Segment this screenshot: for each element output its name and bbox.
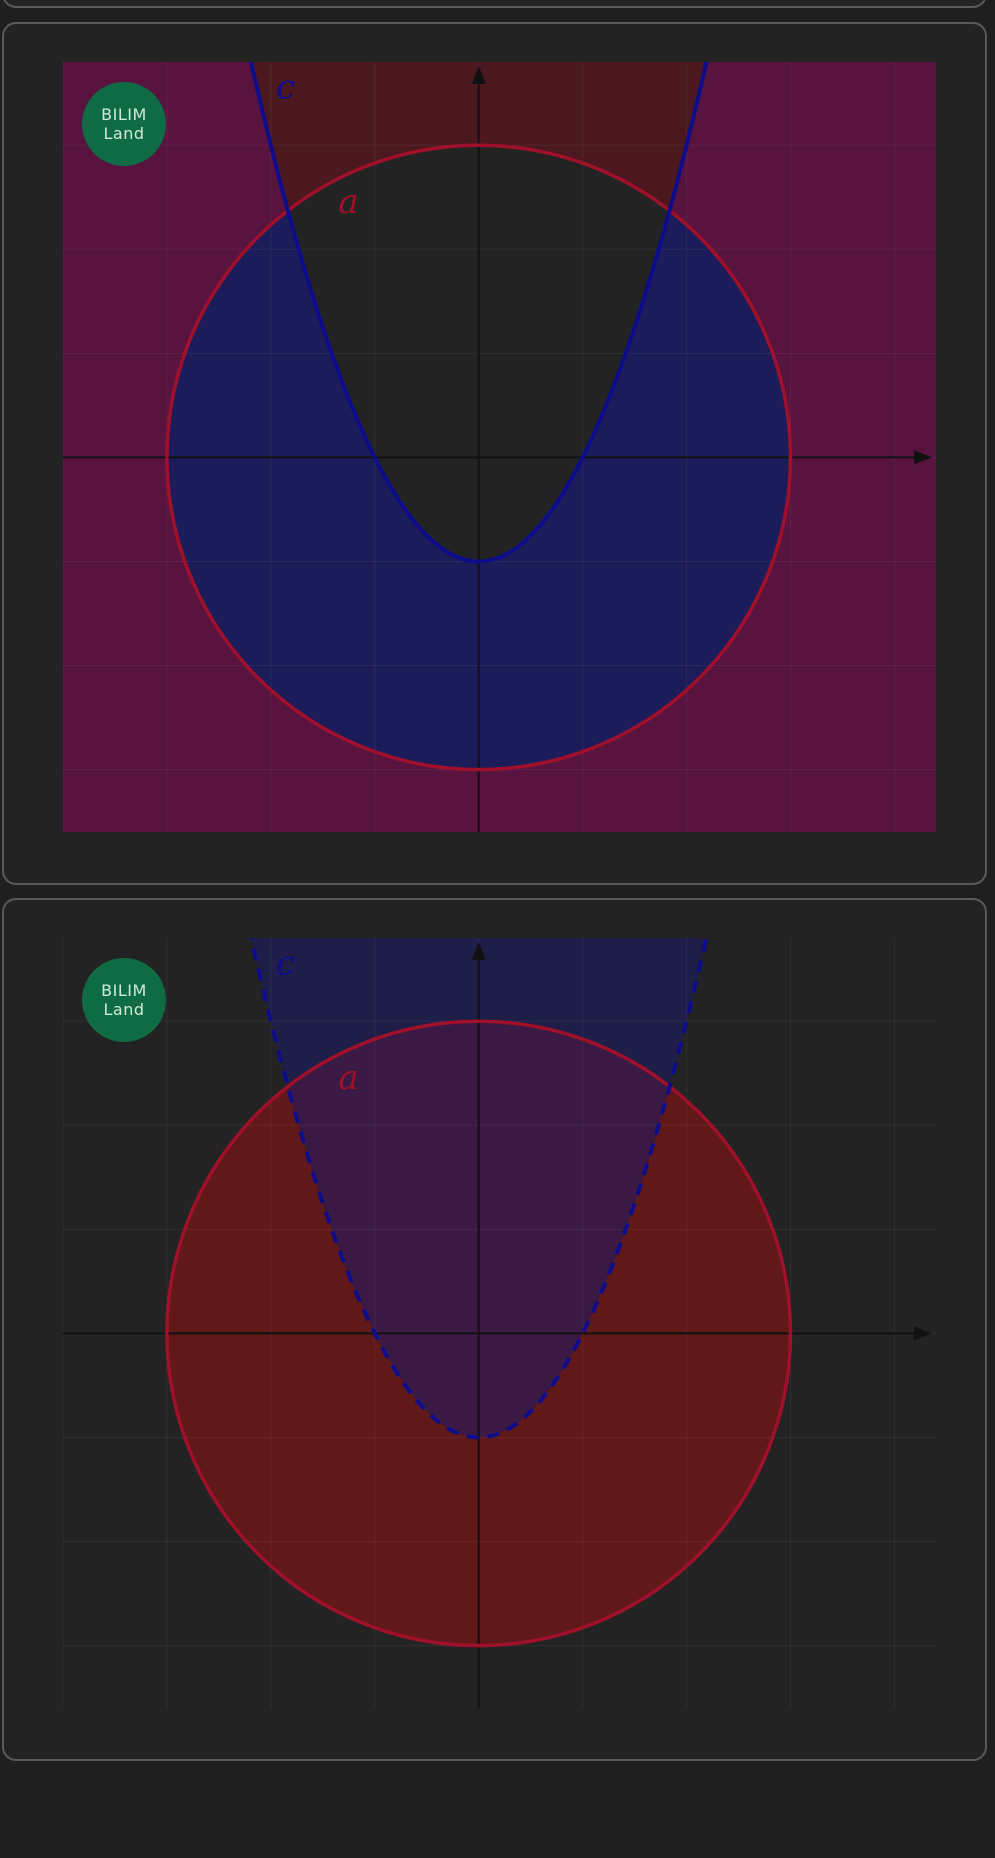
graph-plot-2: ac xyxy=(63,938,936,1708)
parabola-label-c: c xyxy=(276,67,295,107)
logo-line-2: Land xyxy=(103,124,145,143)
logo-line-2: Land xyxy=(103,1000,145,1019)
logo-line-1: BILIM xyxy=(101,981,147,1000)
graph-card-2: ac BILIM Land xyxy=(2,898,987,1761)
bilimland-logo: BILIM Land xyxy=(82,958,166,1042)
graph-card-1: ac BILIM Land xyxy=(2,22,987,885)
logo-line-1: BILIM xyxy=(101,105,147,124)
graph-svg-2: ac xyxy=(63,938,936,1708)
previous-card xyxy=(2,0,987,8)
graph-svg-1: ac xyxy=(63,62,936,832)
graph-plot-1: ac xyxy=(63,62,936,832)
circle-label-a: a xyxy=(338,1058,358,1098)
circle-label-a: a xyxy=(338,182,358,222)
bilimland-logo: BILIM Land xyxy=(82,82,166,166)
parabola-label-c: c xyxy=(276,943,295,983)
